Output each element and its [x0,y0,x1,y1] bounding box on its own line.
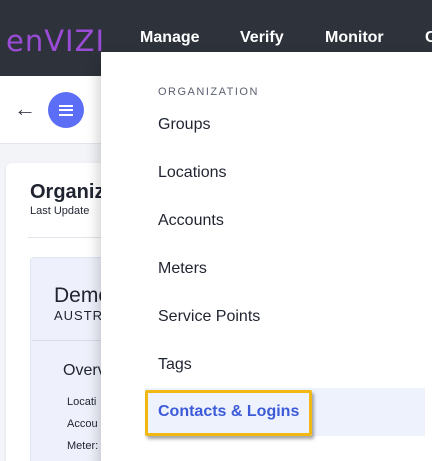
nav-manage[interactable]: Manage [140,29,200,47]
back-arrow-icon[interactable]: ← [14,98,36,120]
envizi-logo[interactable]: enVIZI [6,24,105,58]
menu-section-organization: ORGANIZATION [158,86,259,98]
org-divider [32,340,112,341]
menu-item-tags[interactable]: Tags [158,356,192,374]
stat-accounts-label: Accou [67,418,98,430]
overview-heading: Overv [63,362,106,379]
menu-item-groups[interactable]: Groups [158,116,210,134]
hamburger-menu-button[interactable] [48,92,84,128]
card-divider [28,237,108,238]
nav-monitor[interactable]: Monitor [325,29,384,47]
nav-more[interactable]: C [425,29,432,47]
menu-item-meters[interactable]: Meters [158,260,207,278]
hamburger-icon [59,104,73,116]
nav-verify[interactable]: Verify [240,29,284,47]
menu-item-accounts[interactable]: Accounts [158,212,224,230]
page-title: Organiz [30,181,105,203]
stat-meters-label: Meter: [67,440,99,452]
menu-item-locations[interactable]: Locations [158,164,227,182]
stat-locations-label: Locati [67,396,97,408]
highlight-annotation-box [145,390,312,436]
org-country: AUSTR [54,308,104,323]
last-updated-label: Last Update [30,205,90,217]
menu-item-service-points[interactable]: Service Points [158,308,260,326]
